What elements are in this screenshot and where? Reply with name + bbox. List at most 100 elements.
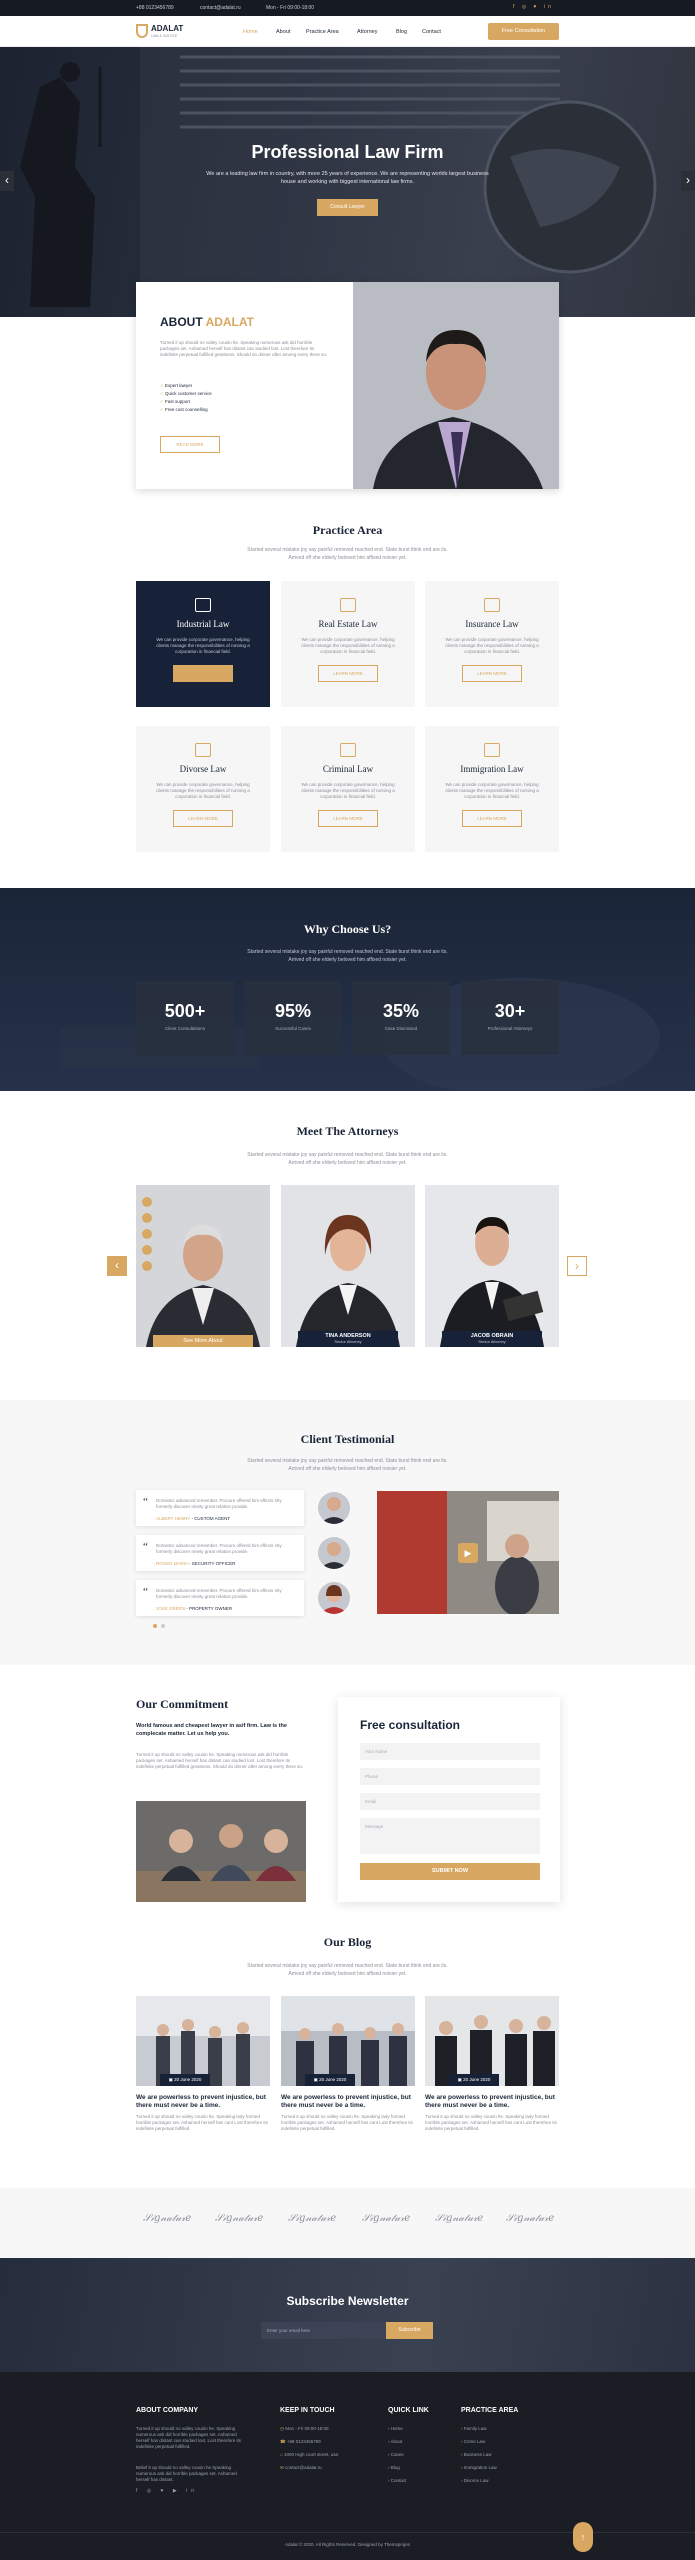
- practice-card[interactable]: Real Estate Law We can provide corporate…: [281, 581, 415, 707]
- carousel-dot-active[interactable]: [153, 1624, 157, 1628]
- facebook-icon[interactable]: [142, 1197, 152, 1207]
- social-icons[interactable]: f ◎ ♥ in: [513, 4, 554, 10]
- message-field[interactable]: Message: [360, 1818, 540, 1854]
- footer-link-contact[interactable]: › Contact: [388, 2478, 406, 2483]
- newsletter-email-input[interactable]: Enter your email here: [261, 2322, 386, 2339]
- avatar: [318, 1582, 350, 1614]
- blog-post[interactable]: ▣ 20 June 2020 We are powerless to preve…: [136, 1996, 270, 2132]
- footer-link-cases[interactable]: › Cases: [388, 2452, 404, 2457]
- instagram-icon[interactable]: [142, 1229, 152, 1239]
- footer-practice-link[interactable]: › Divorce Law: [461, 2478, 489, 2483]
- learn-more-button[interactable]: LEARN MORE: [173, 665, 233, 682]
- about-card: ABOUT ADALAT Turned it up should no vall…: [136, 282, 559, 489]
- attorney-next-arrow-icon[interactable]: ›: [567, 1256, 587, 1276]
- nav-home[interactable]: Home: [243, 29, 258, 35]
- practice-card[interactable]: Insurance Law We can provide corporate g…: [425, 581, 559, 707]
- linkedin-icon[interactable]: [142, 1245, 152, 1255]
- footer-about-title: ABOUT COMPANY: [136, 2407, 199, 2414]
- navbar: ADALAT LAW & JUSTICE Home About Practice…: [0, 16, 695, 47]
- blog-subtitle: Started several mistake joy say painful …: [247, 1963, 448, 1977]
- learn-more-button[interactable]: LEARN MORE: [173, 810, 233, 827]
- hero-banner: Professional Law Firm We are a leading l…: [0, 47, 695, 317]
- learn-more-button[interactable]: LEARN MORE: [462, 810, 522, 827]
- footer-practice-title: PRACTICE AREA: [461, 2407, 519, 2414]
- footer-practice-link[interactable]: › Crime Law: [461, 2439, 485, 2444]
- blog-post-title[interactable]: We are powerless to prevent injustice, b…: [425, 2094, 559, 2110]
- attorney-photo: [425, 1185, 559, 1347]
- blog-post-title[interactable]: We are powerless to prevent injustice, b…: [281, 2094, 415, 2110]
- stat-box: 30+ Professional Attorneys: [461, 981, 559, 1055]
- free-consultation-button[interactable]: Free Consultation: [488, 23, 559, 40]
- blog-post[interactable]: ▣ 20 June 2020 We are powerless to preve…: [425, 1996, 559, 2132]
- about-heading: ABOUT ADALAT: [160, 315, 254, 329]
- practice-card[interactable]: Industrial Law We can provide corporate …: [136, 581, 270, 707]
- twitter-icon[interactable]: [142, 1213, 152, 1223]
- nav-blog[interactable]: Blog: [396, 29, 407, 35]
- nav-about[interactable]: About: [276, 29, 290, 35]
- subscribe-button[interactable]: Subscribe: [386, 2322, 433, 2339]
- email-text[interactable]: contact@adalat.ru: [200, 5, 241, 11]
- stat-value: 95%: [274, 1001, 312, 1021]
- brand-name[interactable]: ADALAT: [151, 24, 183, 33]
- footer-address: ⌂ 1000 High court street, usa: [280, 2452, 339, 2457]
- footer-link-blog[interactable]: › Blog: [388, 2465, 400, 2470]
- footer-email[interactable]: ✉ contact@adalat.ru: [280, 2465, 322, 2471]
- logo-shield-icon: [136, 24, 148, 38]
- attorney-card[interactable]: See More About: [136, 1185, 270, 1347]
- footer-link-about[interactable]: › About: [388, 2439, 402, 2444]
- see-more-about-button[interactable]: See More About: [153, 1335, 253, 1347]
- carousel-dot[interactable]: [161, 1624, 165, 1628]
- footer-practice-link[interactable]: › Family Law: [461, 2426, 487, 2431]
- attorney-card[interactable]: TINA ANDERSON Senior Attorney: [281, 1185, 415, 1347]
- partner-signature-logo: 𝒮𝒾𝑔𝓃𝒶𝓉𝓊𝓇𝑒: [288, 2213, 337, 2224]
- play-icon[interactable]: ▶: [458, 1543, 478, 1563]
- practice-card-title: Real Estate Law: [318, 619, 378, 629]
- learn-more-button[interactable]: LEARN MORE: [318, 810, 378, 827]
- stat-box: 500+ Client Consultations: [136, 981, 234, 1055]
- submit-button[interactable]: SUBMIT NOW: [360, 1863, 540, 1880]
- nav-attorney[interactable]: Attorney: [357, 29, 377, 35]
- commitment-meeting-image: [136, 1801, 306, 1902]
- phone-field[interactable]: Phone: [360, 1768, 540, 1785]
- hero-prev-arrow-icon[interactable]: ‹: [0, 171, 14, 191]
- practice-card[interactable]: Divorse Law We can provide corporate gov…: [136, 726, 270, 852]
- stat-label: Successful Cases: [275, 1026, 311, 1031]
- nav-practice-area[interactable]: Practice Area: [306, 29, 339, 35]
- stat-box: 95% Successful Cases: [244, 981, 342, 1055]
- footer-social-icons[interactable]: f ◎ ♥ ▶ in: [136, 2488, 198, 2494]
- newsletter-section: Subscribe Newsletter Enter your email he…: [0, 2258, 695, 2372]
- stat-value: 35%: [382, 1001, 420, 1021]
- read-more-button[interactable]: READ MORE: [160, 436, 220, 453]
- partner-signature-logo: 𝒮𝒾𝑔𝓃𝒶𝓉𝓊𝓇𝑒: [143, 2213, 192, 2224]
- brand-tagline: LAW & JUSTICE: [151, 34, 178, 38]
- footer-practice-link[interactable]: › Business Law: [461, 2452, 492, 2457]
- testimonial-title: Client Testimonial: [300, 1432, 395, 1446]
- learn-more-button[interactable]: LEARN MORE: [462, 665, 522, 682]
- attorney-card[interactable]: JACOB OBRAIN Senior Attorney: [425, 1185, 559, 1347]
- practice-card-text: We can provide corporate governance, hel…: [301, 637, 395, 654]
- consult-lawyer-button[interactable]: Consult Lawyer: [317, 199, 378, 216]
- blog-post-title[interactable]: We are powerless to prevent injustice, b…: [136, 2094, 270, 2110]
- about-heading-a: ABOUT: [160, 315, 203, 329]
- footer-link-home[interactable]: › Home: [388, 2426, 403, 2431]
- attorneys-title: Meet The Attorneys: [296, 1124, 399, 1138]
- learn-more-button[interactable]: LEARN MORE: [318, 665, 378, 682]
- blog-post[interactable]: ▣ 20 June 2020 We are powerless to preve…: [281, 1996, 415, 2132]
- practice-title: Practice Area: [312, 523, 383, 537]
- attorney-prev-arrow-icon[interactable]: ‹: [107, 1256, 127, 1276]
- attorney-nameplate: JACOB OBRAIN Senior Attorney: [442, 1331, 542, 1347]
- blog-image: ▣ 20 June 2020: [136, 1996, 270, 2086]
- footer-practice-link[interactable]: › Immigration Law: [461, 2465, 497, 2470]
- email-field[interactable]: Email: [360, 1793, 540, 1810]
- stat-box: 35% Case Dismissed: [352, 981, 450, 1055]
- attorney-role: Senior Attorney: [334, 1339, 362, 1344]
- nav-contact[interactable]: Contact: [422, 29, 441, 35]
- why-title: Why Choose Us?: [303, 922, 392, 936]
- youtube-icon[interactable]: [142, 1261, 152, 1271]
- back-to-top-icon[interactable]: ↑: [573, 2522, 593, 2552]
- hero-next-arrow-icon[interactable]: ›: [681, 171, 695, 191]
- practice-card[interactable]: Criminal Law We can provide corporate go…: [281, 726, 415, 852]
- name-field[interactable]: Your Name: [360, 1743, 540, 1760]
- blog-post-excerpt: Turned it up should no valley cousin he.…: [281, 2114, 413, 2131]
- practice-card[interactable]: Immigration Law We can provide corporate…: [425, 726, 559, 852]
